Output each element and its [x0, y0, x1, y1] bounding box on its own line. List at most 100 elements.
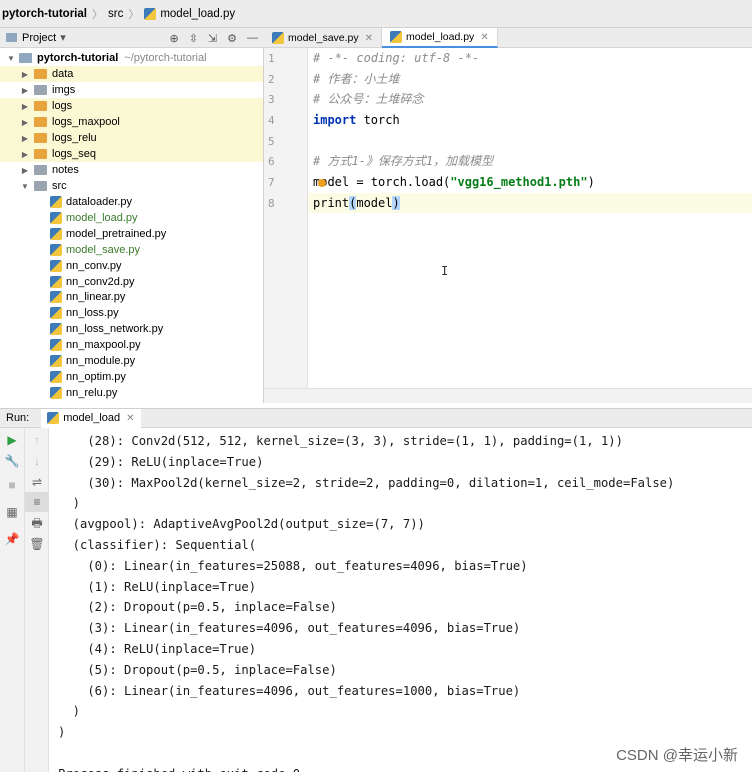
expand-arrow-icon[interactable]: ▶	[20, 86, 30, 95]
tree-file-partial	[0, 402, 263, 403]
tree-file[interactable]: nn_loss.py	[0, 305, 263, 321]
tree-file[interactable]: nn_optim.py	[0, 369, 263, 385]
trash-icon[interactable]: 🗑	[25, 534, 49, 554]
code-line-2[interactable]: # 作者：小土堆	[313, 69, 399, 89]
print-icon[interactable]: 🖶	[25, 513, 49, 533]
tree-file-label: nn_optim.py	[66, 370, 126, 383]
tree-folder-notes[interactable]: ▶ notes	[0, 162, 263, 178]
editor-horizontal-scrollbar[interactable]	[264, 388, 752, 403]
layout-icon[interactable]: ▦	[0, 502, 24, 522]
wrench-icon[interactable]: 🔧	[0, 451, 24, 471]
code-line-4[interactable]: import torch	[313, 110, 400, 130]
code-editor[interactable]: # -*- coding: utf-8 -*- # 作者：小土堆 # 公众号：土…	[308, 48, 752, 388]
arrow-up-icon[interactable]: ↑	[25, 430, 49, 450]
tree-root-label: pytorch-tutorial	[37, 52, 119, 64]
python-file-icon	[272, 32, 284, 44]
tree-file[interactable]: model_save.py	[0, 242, 263, 258]
tree-folder-imgs[interactable]: ▶ imgs	[0, 82, 263, 98]
stop-icon[interactable]: ■	[0, 475, 24, 495]
console-line: (3): Linear(in_features=4096, out_featur…	[58, 621, 521, 636]
arrow-down-icon[interactable]: ↓	[25, 451, 49, 471]
code-text: model = torch.load(	[313, 175, 451, 189]
code-line-8[interactable]: print(model)	[313, 193, 400, 213]
python-file-icon	[47, 412, 60, 424]
console-output[interactable]: (28): Conv2d(512, 512, kernel_size=(3, 3…	[49, 428, 752, 772]
tree-file[interactable]: nn_maxpool.py	[0, 337, 263, 353]
tree-file[interactable]: nn_conv.py	[0, 258, 263, 274]
code-line-1[interactable]: # -*- coding: utf-8 -*-	[313, 48, 479, 68]
code-line-7[interactable]: model = torch.load("vgg16_method1.pth")	[313, 172, 595, 192]
code-text: model	[356, 196, 393, 210]
tree-folder-label: data	[52, 68, 74, 80]
close-icon[interactable]: ✕	[126, 413, 134, 424]
tree-file[interactable]: nn_conv2d.py	[0, 274, 263, 290]
code-line-6[interactable]: # 方式1-》保存方式1，加载模型	[313, 151, 493, 171]
tree-file[interactable]: nn_linear.py	[0, 289, 263, 305]
pin-icon[interactable]: 📌	[0, 529, 24, 549]
console-line: (avgpool): AdaptiveAvgPool2d(output_size…	[58, 517, 425, 532]
expand-arrow-icon[interactable]: ▶	[20, 70, 30, 79]
tree-file-label: model_pretrained.py	[66, 227, 167, 240]
tree-file[interactable]: model_load.py	[0, 210, 263, 226]
line-number: 5	[268, 135, 275, 148]
rerun-icon[interactable]: ▶	[0, 430, 24, 450]
expand-arrow-icon[interactable]: ▶	[20, 118, 30, 127]
folder-icon	[19, 53, 32, 63]
tree-file[interactable]: dataloader.py	[0, 194, 263, 210]
tree-file[interactable]: model_pretrained.py	[0, 226, 263, 242]
tree-folder-src[interactable]: ▼ src	[0, 178, 263, 194]
folder-icon	[34, 133, 47, 143]
minimize-icon[interactable]: —	[247, 32, 258, 44]
project-view-selector[interactable]: Project	[22, 32, 56, 44]
console-line: (6): Linear(in_features=4096, out_featur…	[58, 683, 521, 698]
expand-arrow-icon[interactable]: ▶	[20, 150, 30, 159]
expand-arrow-icon[interactable]: ▶	[20, 166, 30, 175]
breadcrumb-project[interactable]: pytorch-tutorial	[2, 8, 87, 20]
breadcrumb-file-label: model_load.py	[160, 7, 236, 20]
code-line-3[interactable]: # 公众号：土堆碎念	[313, 89, 423, 109]
python-file-icon	[50, 196, 62, 208]
tree-file[interactable]: nn_module.py	[0, 353, 263, 369]
chevron-down-icon[interactable]: ▾	[60, 31, 66, 44]
tree-folder-logs-relu[interactable]: ▶ logs_relu	[0, 130, 263, 146]
tree-folder-logs-maxpool[interactable]: ▶ logs_maxpool	[0, 114, 263, 130]
expand-all-icon[interactable]: ⇳	[189, 32, 198, 45]
tree-folder-logs[interactable]: ▶ logs	[0, 98, 263, 114]
tree-file-label: model_load.py	[66, 211, 138, 224]
tree-file-label: nn_maxpool.py	[66, 339, 141, 352]
tree-file[interactable]: nn_relu.py	[0, 385, 263, 401]
tree-root[interactable]: ▼ pytorch-tutorial ~/pytorch-tutorial	[0, 50, 263, 66]
tree-file-label: nn_loss_network.py	[66, 323, 164, 336]
matched-paren: )	[392, 196, 400, 210]
collapse-all-icon[interactable]: ⇲	[208, 32, 217, 45]
breadcrumb-folder[interactable]: src	[108, 8, 123, 20]
tree-folder-logs-seq[interactable]: ▶ logs_seq	[0, 146, 263, 162]
tab-model-save[interactable]: model_save.py ✕	[264, 28, 383, 48]
code-text: torch	[356, 113, 400, 127]
tree-folder-data[interactable]: ▶ data	[0, 66, 263, 82]
console-line: (29): ReLU(inplace=True)	[58, 454, 264, 469]
expand-arrow-icon[interactable]: ▶	[20, 134, 30, 143]
breadcrumb-file[interactable]: model_load.py	[144, 7, 236, 20]
tree-file[interactable]: nn_loss_network.py	[0, 321, 263, 337]
console-line: (5): Dropout(p=0.5, inplace=False)	[58, 662, 337, 677]
soft-wrap-icon[interactable]: ⇌	[25, 472, 49, 492]
tab-model-load[interactable]: model_load.py ✕	[382, 28, 498, 48]
close-icon[interactable]: ✕	[480, 32, 488, 43]
gear-icon[interactable]: ⚙	[227, 32, 237, 45]
scroll-to-end-icon[interactable]: ≡	[25, 492, 49, 512]
expand-arrow-icon[interactable]: ▼	[20, 182, 30, 191]
tree-file-label: nn_loss.py	[66, 307, 119, 320]
breakpoint-bulb-icon[interactable]	[318, 179, 326, 187]
close-icon[interactable]: ✕	[365, 33, 373, 44]
console-line: )	[58, 725, 66, 740]
chevron-down-icon[interactable]: ▼	[6, 54, 16, 63]
run-tab-model-load[interactable]: model_load ✕	[41, 408, 141, 428]
python-file-icon	[50, 355, 62, 367]
expand-arrow-icon[interactable]: ▶	[20, 102, 30, 111]
console-line: (1): ReLU(inplace=True)	[58, 579, 257, 594]
console-line: (classifier): Sequential(	[58, 538, 257, 552]
tree-file-label: model_save.py	[66, 243, 140, 256]
console-line: (28): Conv2d(512, 512, kernel_size=(3, 3…	[58, 434, 623, 448]
locate-file-icon[interactable]: ⊕	[169, 32, 178, 45]
